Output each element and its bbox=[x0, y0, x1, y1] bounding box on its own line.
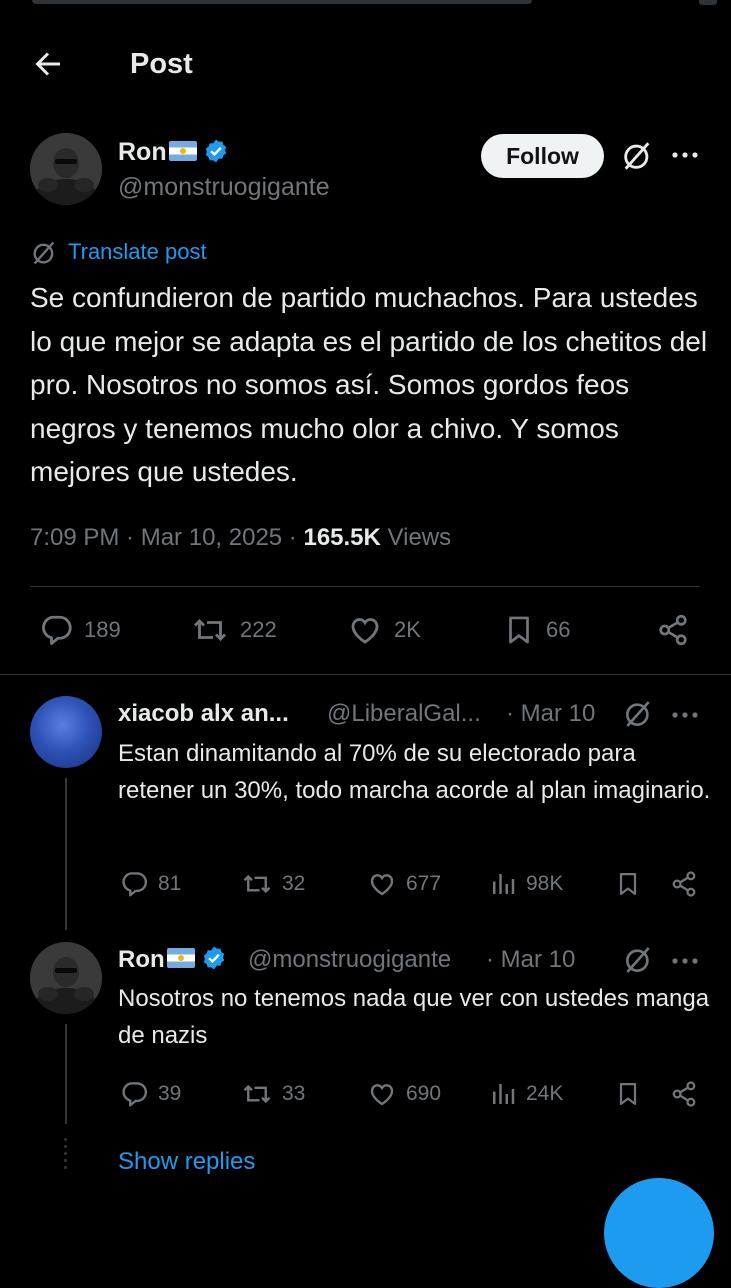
like-count: 2K bbox=[394, 617, 421, 642]
reply-author-name[interactable]: xiacob alx an... bbox=[118, 700, 289, 728]
author-name[interactable]: Ron bbox=[118, 138, 167, 166]
grok-icon[interactable] bbox=[622, 698, 654, 730]
bookmark-icon bbox=[509, 616, 529, 644]
repost-icon bbox=[243, 1084, 271, 1104]
like-icon bbox=[370, 1084, 394, 1106]
reply-button[interactable]: 189 bbox=[38, 612, 121, 648]
reply-icon bbox=[122, 1082, 148, 1107]
repost-count: 33 bbox=[282, 1082, 306, 1105]
views-button[interactable]: 24K bbox=[488, 1079, 563, 1109]
status-bar-edge bbox=[32, 0, 532, 4]
views-button[interactable]: 98K bbox=[488, 869, 563, 899]
bookmark-icon[interactable] bbox=[614, 869, 642, 899]
bookmark-icon[interactable] bbox=[614, 1079, 642, 1109]
reply-icon bbox=[42, 615, 72, 645]
more-icon[interactable] bbox=[670, 956, 700, 966]
views-count: 165.5K bbox=[303, 524, 381, 551]
grok-icon[interactable] bbox=[622, 944, 654, 976]
translate-icon bbox=[33, 241, 55, 265]
repost-button[interactable]: 32 bbox=[240, 869, 305, 899]
divider bbox=[0, 674, 731, 675]
status-bar-corner bbox=[699, 0, 717, 5]
author-name-row[interactable]: Ron bbox=[118, 138, 229, 167]
reply-avatar[interactable] bbox=[30, 942, 102, 1014]
like-icon bbox=[370, 874, 394, 896]
reply-count: 81 bbox=[158, 872, 182, 895]
reply-date-text[interactable]: Mar 10 bbox=[501, 946, 576, 973]
reply-date[interactable]: · Mar 10 bbox=[506, 700, 595, 728]
repost-count: 32 bbox=[282, 872, 306, 895]
repost-button[interactable]: 222 bbox=[190, 612, 277, 648]
compose-fab[interactable] bbox=[604, 1178, 714, 1288]
thread-line bbox=[65, 778, 67, 930]
post-time[interactable]: 7:09 PM bbox=[30, 524, 119, 551]
views-icon bbox=[493, 1084, 515, 1104]
post-meta: 7:09 PM · Mar 10, 2025 · 165.5K Views bbox=[30, 524, 452, 551]
page-title: Post bbox=[130, 48, 193, 80]
reply-count: 39 bbox=[158, 1082, 182, 1105]
like-count: 690 bbox=[406, 1082, 442, 1105]
argentina-flag-icon bbox=[168, 141, 197, 161]
reply-text: Nosotros no tenemos nada que ver con ust… bbox=[118, 985, 710, 1049]
thread-line bbox=[65, 1024, 67, 1124]
like-button[interactable]: 690 bbox=[366, 1079, 441, 1109]
author-avatar[interactable] bbox=[30, 133, 102, 205]
translate-label[interactable]: Translate post bbox=[68, 239, 207, 265]
views-label: Views bbox=[387, 524, 452, 551]
views-count: 98K bbox=[526, 872, 564, 895]
divider bbox=[30, 586, 700, 587]
back-arrow-icon[interactable] bbox=[30, 46, 66, 82]
like-count: 677 bbox=[406, 872, 442, 895]
reply-button[interactable]: 39 bbox=[118, 1079, 181, 1109]
more-icon[interactable] bbox=[670, 710, 700, 720]
repost-icon bbox=[193, 618, 227, 642]
views-icon bbox=[493, 874, 515, 894]
share-icon[interactable] bbox=[669, 869, 699, 899]
post-date[interactable]: Mar 10, 2025 bbox=[141, 524, 282, 551]
repost-button[interactable]: 33 bbox=[240, 1079, 305, 1109]
views-count: 24K bbox=[526, 1082, 564, 1105]
share-icon[interactable] bbox=[669, 1079, 699, 1109]
argentina-flag-icon bbox=[166, 948, 195, 968]
more-icon[interactable] bbox=[670, 150, 700, 160]
share-icon[interactable] bbox=[655, 612, 691, 648]
post-text: Se confundieron de partido muchachos. Pa… bbox=[30, 282, 708, 487]
reply-author-handle[interactable]: @monstruogigante bbox=[248, 946, 451, 974]
reply-avatar[interactable] bbox=[30, 696, 102, 768]
reply-icon bbox=[122, 872, 148, 897]
follow-button[interactable]: Follow bbox=[481, 134, 604, 178]
like-button[interactable]: 677 bbox=[366, 869, 441, 899]
reply-date-text[interactable]: Mar 10 bbox=[521, 700, 596, 727]
reply-author-name[interactable]: Ron bbox=[118, 946, 165, 973]
reply-date[interactable]: · Mar 10 bbox=[486, 946, 575, 974]
repost-icon bbox=[243, 874, 271, 894]
reply-button[interactable]: 81 bbox=[118, 869, 181, 899]
like-button[interactable]: 2K bbox=[346, 612, 421, 648]
verified-badge-icon bbox=[203, 946, 224, 970]
thread-dots bbox=[64, 1138, 68, 1173]
reply-author-name-row[interactable]: Ron bbox=[118, 945, 227, 974]
top-bar: Post bbox=[0, 30, 731, 100]
like-icon bbox=[351, 618, 379, 644]
reply-text: Estan dinamitando al 70% de su electorad… bbox=[118, 740, 711, 804]
reply-count: 189 bbox=[84, 617, 121, 642]
verified-badge-icon bbox=[205, 139, 226, 163]
repost-count: 222 bbox=[240, 617, 277, 642]
bookmark-count: 66 bbox=[546, 617, 571, 642]
author-handle[interactable]: @monstruogigante bbox=[118, 173, 330, 202]
grok-icon[interactable] bbox=[620, 139, 654, 173]
show-replies-link[interactable]: Show replies bbox=[118, 1148, 255, 1176]
bookmark-button[interactable]: 66 bbox=[502, 612, 570, 648]
reply-author-handle[interactable]: @LiberalGal... bbox=[327, 700, 481, 728]
